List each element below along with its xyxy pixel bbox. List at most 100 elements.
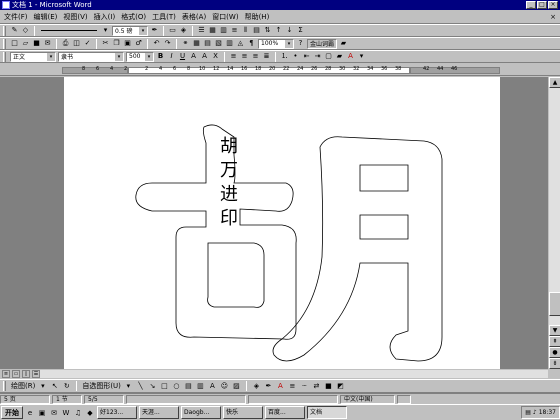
clipart-icon[interactable]: ☺ — [220, 382, 229, 391]
insert-table-icon[interactable]: ▤ — [203, 39, 212, 48]
autosum-icon[interactable]: Σ — [296, 26, 305, 35]
justify-icon[interactable]: ≣ — [262, 52, 271, 61]
task-button[interactable]: 好123... — [97, 406, 137, 419]
prev-page-button[interactable]: ⇞ — [549, 336, 560, 347]
paste-icon[interactable]: ▣ — [123, 39, 132, 48]
save-icon[interactable]: ■ — [32, 39, 41, 48]
tables-borders-icon[interactable]: ▦ — [192, 39, 201, 48]
word-doc-icon[interactable] — [2, 1, 10, 9]
spelling-icon[interactable]: ✓ — [83, 39, 92, 48]
outlook-icon[interactable]: ✉ — [49, 408, 59, 418]
sort-asc-icon[interactable]: ↑ — [274, 26, 283, 35]
char-shading-icon[interactable]: A — [200, 52, 209, 61]
vertical-scrollbar[interactable]: ▲ ▼ ⇞ ● ⇟ — [548, 77, 560, 369]
bold-icon[interactable]: B — [156, 52, 165, 61]
style-select[interactable]: 正文 ▾ — [10, 51, 56, 62]
pencil-icon[interactable]: ✎ — [10, 26, 19, 35]
textbox-tool-icon[interactable]: ▤ — [184, 382, 193, 391]
draw-menu[interactable]: 绘图(R) — [11, 381, 35, 391]
copy-icon[interactable]: ❐ — [112, 39, 121, 48]
next-page-button[interactable]: ⇟ — [549, 358, 560, 369]
font-color-icon[interactable]: A — [276, 382, 285, 391]
picture-icon[interactable]: ▨ — [232, 382, 241, 391]
minimize-button[interactable]: _ — [526, 1, 536, 9]
decrease-indent-icon[interactable]: ⇤ — [302, 52, 311, 61]
line-color-icon[interactable]: ✒ — [264, 382, 273, 391]
undo-icon[interactable]: ↶ — [152, 39, 161, 48]
ie-icon[interactable]: e — [25, 408, 35, 418]
arrow-tool-icon[interactable]: ↘ — [148, 382, 157, 391]
distribute-cols-icon[interactable]: ⫴ — [241, 26, 250, 35]
autoshapes-menu[interactable]: 自选图形(U) — [82, 381, 121, 391]
merge-cells-icon[interactable]: ▦ — [208, 26, 217, 35]
format-painter-icon[interactable]: ♂ — [134, 39, 143, 48]
chevron-down-icon[interactable]: ▾ — [357, 52, 366, 61]
start-button[interactable]: 开始 — [1, 406, 23, 419]
word-icon[interactable]: W — [61, 408, 71, 418]
chevron-down-icon[interactable]: ▾ — [101, 26, 110, 35]
horizontal-ruler[interactable]: 8 6 4 2 2 4 6 8 10 12 14 16 18 20 22 24 … — [0, 64, 560, 76]
menu-format[interactable]: 格式(O) — [121, 12, 146, 22]
text-direction-icon[interactable]: ⇅ — [263, 26, 272, 35]
char-scale-icon[interactable]: X — [211, 52, 220, 61]
help-icon[interactable]: ? — [296, 39, 305, 48]
drawing-icon[interactable]: ◬ — [236, 39, 245, 48]
char-border-icon[interactable]: A — [189, 52, 198, 61]
outside-border-icon[interactable]: ▢ — [324, 52, 333, 61]
font-color-icon[interactable]: A — [346, 52, 355, 61]
fill-color-icon[interactable]: ◈ — [179, 26, 188, 35]
insert-excel-icon[interactable]: ▧ — [214, 39, 223, 48]
fill-bucket-icon[interactable]: ◈ — [252, 382, 261, 391]
close-button[interactable]: × — [548, 1, 558, 9]
align-left-icon[interactable]: ≡ — [229, 52, 238, 61]
numbering-icon[interactable]: ⒈ — [280, 52, 289, 61]
border-color-icon[interactable]: ✒ — [150, 26, 159, 35]
columns-icon[interactable]: ▥ — [225, 39, 234, 48]
3d-icon[interactable]: ◩ — [336, 382, 345, 391]
menu-file[interactable]: 文件(F) — [4, 12, 28, 22]
normal-view-icon[interactable]: ≡ — [2, 370, 10, 378]
highlight-color-icon[interactable]: ▰ — [335, 52, 344, 61]
scroll-down-button[interactable]: ▼ — [549, 325, 560, 336]
font-size-select[interactable]: 500 ▾ — [126, 51, 154, 62]
horizontal-scrollbar[interactable] — [40, 370, 548, 378]
menu-tools[interactable]: 工具(T) — [152, 12, 176, 22]
bullets-icon[interactable]: • — [291, 52, 300, 61]
web-view-icon[interactable]: ▭ — [12, 370, 20, 378]
toolbar-grip[interactable] — [3, 51, 6, 62]
desktop-icon[interactable]: ▣ — [37, 408, 47, 418]
task-button[interactable]: Daogb... — [181, 406, 221, 419]
table-autoformat-icon[interactable]: ▤ — [252, 26, 261, 35]
toolbar-grip[interactable] — [3, 25, 6, 36]
print-icon[interactable]: ⎙ — [61, 39, 70, 48]
print-view-icon[interactable]: ▯ — [22, 370, 30, 378]
open-folder-icon[interactable]: ▱ — [21, 39, 30, 48]
select-objects-icon[interactable]: ↖ — [50, 382, 59, 391]
redo-icon[interactable]: ↷ — [163, 39, 172, 48]
toolbar-grip[interactable] — [3, 38, 6, 49]
rectangle-tool-icon[interactable]: □ — [160, 382, 169, 391]
font-select[interactable]: 隶书 ▾ — [58, 51, 124, 62]
new-doc-icon[interactable]: □ — [10, 39, 19, 48]
align-top-icon[interactable]: ☰ — [197, 26, 206, 35]
task-button-active[interactable]: 文档 — [307, 406, 347, 419]
scroll-thumb[interactable] — [549, 292, 560, 316]
distribute-rows-icon[interactable]: ≡ — [230, 26, 239, 35]
maximize-button[interactable]: □ — [537, 1, 547, 9]
app-icon[interactable]: ◆ — [85, 408, 95, 418]
increase-indent-icon[interactable]: ⇥ — [313, 52, 322, 61]
chevron-down-icon[interactable]: ▾ — [38, 382, 47, 391]
shadow-icon[interactable]: ■ — [324, 382, 333, 391]
email-icon[interactable]: ✉ — [43, 39, 52, 48]
cut-icon[interactable]: ✂ — [101, 39, 110, 48]
media-icon[interactable]: ♫ — [73, 408, 83, 418]
kingsoft-button[interactable]: 金山词霸 — [307, 38, 337, 49]
zoom-select[interactable]: 100% ▾ — [258, 38, 294, 49]
vertical-text-box[interactable]: 胡 万 进 印 — [214, 135, 244, 231]
chevron-down-icon[interactable]: ▾ — [124, 382, 133, 391]
sort-desc-icon[interactable]: ↓ — [285, 26, 294, 35]
print-preview-icon[interactable]: ◫ — [72, 39, 81, 48]
oval-tool-icon[interactable]: ○ — [172, 382, 181, 391]
menu-insert[interactable]: 插入(I) — [94, 12, 116, 22]
menu-edit[interactable]: 编辑(E) — [34, 12, 58, 22]
